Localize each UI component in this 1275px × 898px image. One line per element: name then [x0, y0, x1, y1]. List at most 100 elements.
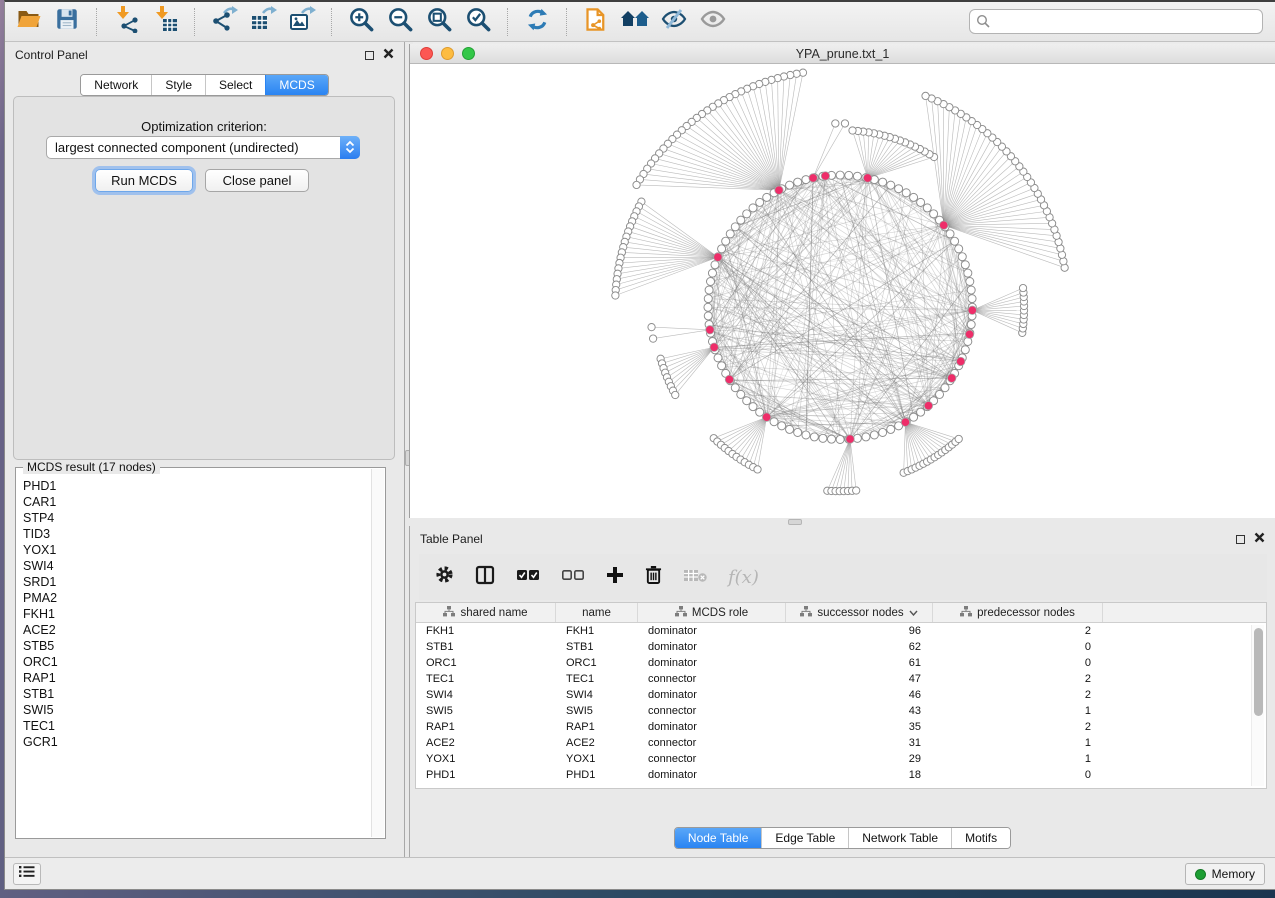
delete-column-icon[interactable] [645, 565, 662, 589]
table-row[interactable]: FKH1FKH1dominator962 [416, 623, 1266, 639]
table-cell: dominator [638, 655, 786, 671]
mcds-result-item[interactable]: ORC1 [23, 654, 371, 670]
mcds-result-item[interactable]: TID3 [23, 526, 371, 542]
table-cell: SWI5 [556, 703, 638, 719]
mcds-result-item[interactable]: SRD1 [23, 574, 371, 590]
zoom-fit-button[interactable] [424, 7, 454, 37]
save-session-button[interactable] [52, 7, 82, 37]
table-cell: 29 [786, 751, 933, 767]
tab-mcds[interactable]: MCDS [265, 75, 327, 95]
optimization-criterion-dropdown[interactable]: largest connected component (undirected) [46, 136, 360, 159]
hide-details-button[interactable] [659, 7, 689, 37]
open-file-button[interactable] [13, 7, 43, 37]
import-table-button[interactable] [150, 7, 180, 37]
column-header-predecessor-nodes[interactable]: predecessor nodes [933, 603, 1103, 622]
column-header-successor-nodes[interactable]: successor nodes [786, 603, 933, 622]
refresh-button[interactable] [522, 7, 552, 37]
network-canvas-svg[interactable] [410, 64, 1275, 518]
tab-network-table[interactable]: Network Table [848, 828, 951, 848]
export-image-button[interactable] [287, 7, 317, 37]
mcds-result-item[interactable]: STP4 [23, 510, 371, 526]
table-row[interactable]: SWI5SWI5connector431 [416, 703, 1266, 719]
mcds-result-scrollbar[interactable] [371, 469, 384, 837]
mcds-result-item[interactable]: YOX1 [23, 542, 371, 558]
zoom-in-button[interactable] [346, 7, 376, 37]
scrollbar-thumb[interactable] [1254, 628, 1263, 716]
share-document-button[interactable] [581, 7, 611, 37]
tab-node-table[interactable]: Node Table [675, 828, 762, 848]
export-network-button[interactable] [209, 7, 239, 37]
mcds-result-item[interactable]: STB1 [23, 686, 371, 702]
table-row[interactable]: ORC1ORC1dominator610 [416, 655, 1266, 671]
tab-select[interactable]: Select [205, 75, 265, 95]
tab-edge-table[interactable]: Edge Table [761, 828, 848, 848]
mcds-result-item[interactable]: STB5 [23, 638, 371, 654]
search-input[interactable] [969, 9, 1263, 34]
task-history-button[interactable] [13, 863, 41, 885]
table-row[interactable]: SWI4SWI4dominator462 [416, 687, 1266, 703]
column-header-name[interactable]: name [556, 603, 638, 622]
float-panel-icon[interactable] [365, 51, 374, 60]
mcds-result-item[interactable]: SWI5 [23, 702, 371, 718]
table-cell: ORC1 [416, 655, 556, 671]
table-row[interactable]: PHD1PHD1dominator180 [416, 767, 1266, 783]
tab-style[interactable]: Style [151, 75, 205, 95]
table-row[interactable]: TEC1TEC1connector472 [416, 671, 1266, 687]
zoom-in-icon [348, 6, 375, 38]
table-cell: connector [638, 703, 786, 719]
table-header-row: shared namenameMCDS rolesuccessor nodesp… [416, 603, 1266, 623]
run-mcds-button[interactable]: Run MCDS [95, 169, 193, 192]
column-header-mcds-role[interactable]: MCDS role [638, 603, 786, 622]
mcds-result-item[interactable]: FKH1 [23, 606, 371, 622]
mcds-result-item[interactable]: PMA2 [23, 590, 371, 606]
add-column-icon[interactable] [606, 566, 624, 589]
export-table-button[interactable] [248, 7, 278, 37]
mcds-result-item[interactable]: SWI4 [23, 558, 371, 574]
table-cell: 2 [933, 623, 1103, 639]
table-row[interactable]: RAP1RAP1dominator352 [416, 719, 1266, 735]
table-cell: RAP1 [416, 719, 556, 735]
network-window-titlebar[interactable]: YPA_prune.txt_1 [410, 44, 1275, 64]
mcds-result-item[interactable]: ACE2 [23, 622, 371, 638]
import-network-button[interactable] [111, 7, 141, 37]
table-panel-title: Table Panel [420, 532, 483, 546]
table-row[interactable]: STB1STB1dominator620 [416, 639, 1266, 655]
mcds-result-item[interactable]: RAP1 [23, 670, 371, 686]
splitter-grip[interactable] [788, 519, 802, 525]
column-header-shared-name[interactable]: shared name [416, 603, 556, 622]
mcds-result-item[interactable]: TEC1 [23, 718, 371, 734]
float-panel-icon[interactable] [1236, 535, 1245, 544]
zoom-selected-button[interactable] [463, 7, 493, 37]
table-row[interactable]: ACE2ACE2connector311 [416, 735, 1266, 751]
share-document-icon [583, 6, 610, 38]
select-all-icon[interactable] [516, 568, 540, 587]
table-scrollbar[interactable] [1251, 625, 1264, 786]
mcds-result-item[interactable]: CAR1 [23, 494, 371, 510]
delete-table-icon [683, 567, 707, 588]
tab-network[interactable]: Network [81, 75, 151, 95]
network-window-title: YPA_prune.txt_1 [410, 47, 1275, 61]
tab-motifs[interactable]: Motifs [951, 828, 1010, 848]
list-icon [19, 865, 35, 883]
zoom-out-icon [387, 6, 414, 38]
mcds-result-item[interactable]: PHD1 [23, 478, 371, 494]
home-button[interactable] [620, 7, 650, 37]
show-details-button[interactable] [698, 7, 728, 37]
close-panel-icon[interactable] [383, 46, 394, 64]
unselect-all-icon[interactable] [561, 568, 585, 587]
table-cell: 0 [933, 655, 1103, 671]
close-panel-button[interactable]: Close panel [205, 169, 309, 192]
dropdown-stepper-icon [340, 136, 360, 159]
table-cell: dominator [638, 639, 786, 655]
zoom-out-button[interactable] [385, 7, 415, 37]
mcds-result-list: PHD1CAR1STP4TID3YOX1SWI4SRD1PMA2FKH1ACE2… [23, 478, 371, 836]
network-canvas[interactable] [410, 64, 1275, 518]
horizontal-splitter[interactable] [409, 518, 1275, 526]
table-row[interactable]: YOX1YOX1connector291 [416, 751, 1266, 767]
close-panel-icon[interactable] [1254, 530, 1265, 548]
toolbar-separator [194, 8, 195, 36]
split-columns-icon[interactable] [475, 565, 495, 590]
settings-gear-icon[interactable] [435, 565, 454, 589]
memory-button[interactable]: Memory [1185, 863, 1265, 885]
mcds-result-item[interactable]: GCR1 [23, 734, 371, 750]
